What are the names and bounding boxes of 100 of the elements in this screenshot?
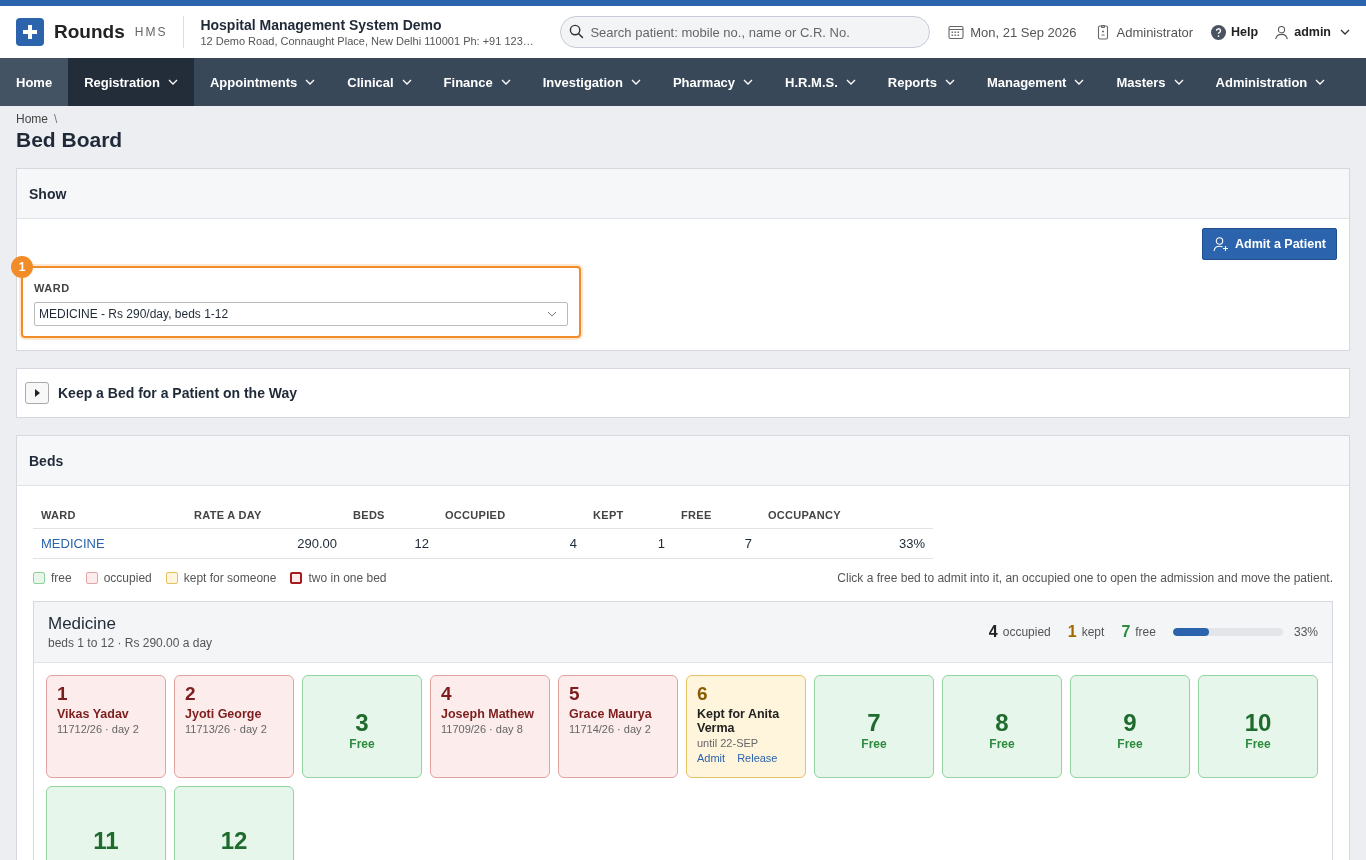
caret-icon: [1340, 29, 1350, 35]
bed-number: 10: [1244, 708, 1272, 737]
table-cell: 33%: [898, 536, 925, 551]
page-title: Bed Board: [16, 128, 124, 152]
bed-number: 2: [185, 684, 197, 705]
patient-name: Joseph Mathew: [441, 706, 536, 721]
panel-title: Beds: [29, 452, 64, 469]
ward-subtitle: beds 1 to 12 · Rs 290.00 a day: [48, 636, 213, 650]
occupied-bed-tile[interactable]: 1 Vikas Yadav 11712/26 · day 2: [46, 675, 166, 778]
legend-swatch: [290, 572, 303, 584]
bed-action-link[interactable]: Release: [737, 751, 778, 764]
user-icon: [1274, 24, 1290, 40]
bed-number: 3: [355, 708, 369, 737]
bed-detail: until 22-SEP: [697, 736, 760, 749]
legend-swatch: [33, 572, 45, 584]
patient-name: Jyoti George: [185, 706, 263, 721]
nav-menu-item[interactable]: Reports: [871, 58, 971, 106]
column-header: WARD: [33, 502, 186, 529]
legend-label: free: [51, 571, 72, 585]
bed-number: 9: [1123, 708, 1137, 737]
legend-swatch: [165, 572, 178, 584]
kept-bed-tile[interactable]: 6 Kept for Anita Verma until 22-SEP Admit Release: [686, 675, 806, 778]
bed-status: Free: [1117, 736, 1143, 751]
stat-label: kept: [1081, 625, 1105, 639]
ward-name: Medicine: [48, 614, 118, 634]
bed-number: 12: [220, 826, 248, 855]
breadcrumb-link[interactable]: Home: [16, 112, 48, 126]
step-badge: 1: [11, 256, 33, 278]
stat-label: free: [1135, 625, 1156, 639]
legend-label: occupied: [103, 571, 152, 585]
stat-label: occupied: [1002, 625, 1051, 639]
free-bed-tile[interactable]: 9 Free: [1070, 675, 1190, 778]
caret-icon: [547, 311, 557, 317]
expand-toggle[interactable]: [25, 382, 49, 404]
table-cell: 290.00: [297, 536, 337, 551]
bed-action-link[interactable]: Admit: [697, 751, 726, 764]
search-icon: [569, 24, 585, 39]
column-header: FREE: [673, 502, 760, 529]
bed-status: Free: [861, 736, 887, 751]
nav-menu-item[interactable]: Clinical: [331, 58, 428, 106]
logo-icon: [16, 18, 44, 46]
nav-menu-item[interactable]: Registration: [68, 58, 194, 106]
nav-menu-item[interactable]: Appointments: [193, 58, 332, 106]
hospital-address: 12 Demo Road, Connaught Place, New Delhi 110001 Ph: +91 123…: [200, 35, 535, 47]
free-bed-tile[interactable]: 8 Free: [942, 675, 1062, 778]
nav-menu-item[interactable]: Management: [970, 58, 1101, 106]
nav-menu-item[interactable]: Pharmacy: [656, 58, 770, 106]
ward-link[interactable]: MEDICINE: [41, 536, 105, 551]
triangle-icon: [33, 389, 41, 397]
table-cell: 12: [414, 536, 429, 551]
occupied-count: 4: [988, 623, 998, 641]
patient-name: Vikas Yadav: [57, 706, 130, 721]
nav-menu-item[interactable]: Home: [0, 58, 69, 106]
nav-menu-item[interactable]: Masters: [1100, 58, 1200, 106]
nav-menu-item[interactable]: Investigation: [526, 58, 657, 106]
column-header: RATE A DAY: [186, 502, 345, 529]
occupied-bed-tile[interactable]: 2 Jyoti George 11713/26 · day 2: [174, 675, 294, 778]
column-header: BEDS: [345, 502, 437, 529]
admit-patient-button[interactable]: Admit a Patient: [1202, 228, 1337, 260]
bed-detail: 11713/26 · day 2: [185, 722, 268, 735]
bed-number: 6: [697, 684, 709, 705]
panel-title: Show: [29, 185, 67, 202]
free-bed-tile[interactable]: 11: [46, 786, 166, 860]
bed-number: 8: [995, 708, 1009, 737]
bed-detail: 11712/26 · day 2: [57, 722, 140, 735]
ward-select[interactable]: MEDICINE - Rs 290/day, beds 1-12: [34, 302, 568, 326]
free-bed-tile[interactable]: 3 Free: [302, 675, 422, 778]
kept-count: 1: [1067, 623, 1077, 641]
table-cell: 7: [744, 536, 752, 551]
nav-menu-item[interactable]: H.R.M.S.: [769, 58, 872, 106]
occupied-bed-tile[interactable]: 4 Joseph Mathew 11709/26 · day 8: [430, 675, 550, 778]
free-bed-tile[interactable]: 7 Free: [814, 675, 934, 778]
bed-number: 5: [569, 684, 581, 705]
bed-number: 11: [93, 826, 119, 855]
bed-status: Free: [989, 736, 1015, 751]
user-menu[interactable]: admin: [1274, 24, 1350, 40]
calendar-icon: [948, 24, 965, 40]
app-name: Rounds: [54, 21, 125, 43]
table-cell: 4: [569, 536, 577, 551]
occupied-bed-tile[interactable]: 5 Grace Maurya 11714/26 · day 2: [558, 675, 678, 778]
nav-menu-item[interactable]: Finance: [427, 58, 527, 106]
free-bed-tile[interactable]: 12: [174, 786, 294, 860]
bed-number: 1: [57, 684, 69, 705]
help-link[interactable]: Help: [1211, 24, 1259, 40]
column-header: OCCUPANCY: [760, 502, 933, 529]
column-header: KEPT: [585, 502, 673, 529]
bed-detail: 11714/26 · day 2: [569, 722, 652, 735]
field-label: WARD: [34, 282, 71, 294]
hospital-name: Hospital Management System Demo: [200, 17, 443, 33]
bed-status: Free: [1245, 736, 1271, 751]
bed-detail: 11709/26 · day 8: [441, 722, 524, 735]
patient-name: Kept for Anita Verma: [697, 706, 781, 735]
free-count: 7: [1121, 623, 1131, 641]
bed-number: 4: [441, 684, 453, 705]
user-role: Administrator: [1116, 24, 1194, 40]
add-user-icon: [1213, 236, 1229, 252]
nav-menu-item[interactable]: Administration: [1199, 58, 1342, 106]
search-field[interactable]: Search patient: mobile no., name or C.R. No.: [560, 16, 931, 48]
bed-number: 7: [867, 708, 881, 737]
free-bed-tile[interactable]: 10 Free: [1198, 675, 1318, 778]
